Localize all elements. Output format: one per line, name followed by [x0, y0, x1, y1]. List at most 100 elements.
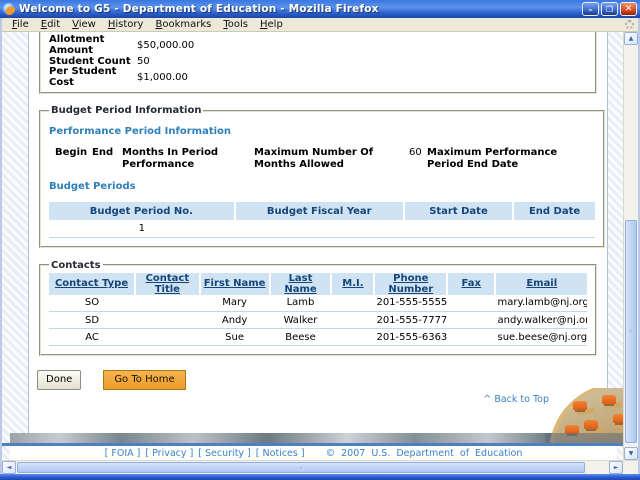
vertical-scroll-thumb[interactable] [625, 220, 637, 443]
vertical-scrollbar[interactable]: ▲ ▼ [623, 32, 638, 460]
contact-title-cell [135, 329, 200, 346]
allotment-amount-label: Allotment Amount [49, 34, 137, 56]
go-to-home-button[interactable]: Go To Home [103, 370, 185, 390]
max-months-value: 60 [409, 147, 425, 171]
contact-title-cell [135, 312, 200, 329]
firefox-icon [3, 3, 15, 15]
col-email[interactable]: Email [495, 273, 587, 295]
col-first-name[interactable]: First Name [200, 273, 270, 295]
scroll-down-button[interactable]: ▼ [624, 447, 638, 460]
throbber-icon [625, 20, 634, 29]
menu-file[interactable]: File [6, 19, 35, 30]
budget-fiscal-year-cell [235, 220, 404, 237]
performance-fields-row: Begin End Months In Period Performance M… [55, 147, 595, 171]
col-last-name[interactable]: Last Name [270, 273, 332, 295]
email-cell: mary.lamb@nj.org [495, 295, 587, 312]
start-date-cell [404, 220, 513, 237]
max-months-label: Maximum Number Of Months Allowed [254, 147, 409, 171]
last-name-cell: Lamb [270, 295, 332, 312]
phone-cell: 201-555-5555 [374, 295, 447, 312]
col-phone-number[interactable]: Phone Number [374, 273, 447, 295]
allotment-amount-value: $50,000.00 [137, 40, 194, 51]
scroll-left-button[interactable]: ◄ [2, 461, 16, 474]
back-to-top-link[interactable]: ^ Back to Top [483, 394, 549, 405]
classroom-photo-decoration [545, 388, 623, 443]
menu-bookmarks[interactable]: Bookmarks [149, 19, 217, 30]
done-button[interactable]: Done [37, 370, 81, 390]
footer-link-privacy[interactable]: [ Privacy ] [145, 448, 193, 459]
horizontal-scroll-track[interactable] [16, 461, 609, 474]
budget-period-row: 1 [49, 220, 595, 237]
max-end-date-label: Maximum Performance Period End Date [427, 147, 595, 171]
allotment-amount-row: Allotment Amount $50,000.00 [49, 37, 587, 53]
window-bottom-border [0, 474, 640, 480]
fax-cell [447, 312, 495, 329]
performance-period-heading: Performance Period Information [49, 126, 595, 137]
footer-copyright: © 2007 U.S. Department of Education [326, 448, 523, 459]
maximize-button[interactable]: ❐ [601, 2, 618, 16]
col-contact-type[interactable]: Contact Type [49, 273, 135, 295]
col-budget-fiscal-year: Budget Fiscal Year [235, 202, 404, 220]
contact-row: SD Andy Walker 201-555-7777 andy.walker@… [49, 312, 587, 329]
col-mi[interactable]: M.I. [331, 273, 374, 295]
first-name-cell: Mary [200, 295, 270, 312]
contact-title-cell [135, 295, 200, 312]
begin-label: Begin [55, 147, 92, 171]
menu-edit[interactable]: Edit [35, 19, 66, 30]
close-button[interactable]: ✕ [620, 2, 637, 16]
fax-cell [447, 295, 495, 312]
menu-help[interactable]: Help [254, 19, 289, 30]
scrollbar-corner [623, 461, 638, 474]
months-in-period-label: Months In Period Performance [122, 147, 254, 171]
last-name-cell: Beese [270, 329, 332, 346]
fax-cell [447, 329, 495, 346]
footer-photo-strip [10, 433, 623, 443]
scroll-right-button[interactable]: ► [609, 461, 623, 474]
first-name-cell: Andy [200, 312, 270, 329]
contacts-header-row: Contact Type Contact Title First Name La… [49, 273, 587, 295]
content-panel: Allotment Amount $50,000.00 Student Coun… [28, 32, 608, 433]
contacts-table: Contact Type Contact Title First Name La… [49, 273, 587, 347]
contact-type-cell: SD [49, 312, 135, 329]
menu-bar: File Edit View History Bookmarks Tools H… [0, 18, 640, 32]
action-buttons-row: Done Go To Home [37, 370, 601, 390]
scroll-up-button[interactable]: ▲ [624, 32, 638, 45]
col-end-date: End Date [513, 202, 595, 220]
contacts-fieldset: Contacts Contact Type Contact Title Firs… [39, 260, 597, 357]
contact-type-cell: AC [49, 329, 135, 346]
student-count-value: 50 [137, 56, 150, 67]
footer-link-foia[interactable]: [ FOIA ] [105, 448, 141, 459]
contact-row: AC Sue Beese 201-555-6363 sue.beese@nj.o… [49, 329, 587, 346]
email-cell: sue.beese@nj.org [495, 329, 587, 346]
horizontal-scrollbar[interactable]: ◄ ► [0, 460, 640, 474]
window-title: Welcome to G5 - Department of Education … [19, 3, 578, 15]
per-student-cost-row: Per Student Cost $1,000.00 [49, 69, 587, 85]
menu-tools[interactable]: Tools [217, 19, 254, 30]
footer-link-security[interactable]: [ Security ] [198, 448, 251, 459]
minimize-button[interactable]: – [582, 2, 599, 16]
strip-overlay [545, 433, 623, 443]
footer-link-notices[interactable]: [ Notices ] [256, 448, 305, 459]
footer-links-row: [ FOIA ] [ Privacy ] [ Security ] [ Noti… [10, 446, 617, 460]
budget-periods-heading: Budget Periods [49, 181, 595, 192]
col-contact-title[interactable]: Contact Title [135, 273, 200, 295]
col-fax[interactable]: Fax [447, 273, 495, 295]
vertical-scroll-track[interactable] [624, 45, 638, 447]
col-budget-period-no: Budget Period No. [49, 202, 235, 220]
horizontal-scroll-thumb[interactable] [17, 462, 585, 473]
budget-period-no-cell: 1 [49, 220, 235, 237]
menu-view[interactable]: View [66, 19, 102, 30]
mi-cell [331, 295, 374, 312]
budget-period-fieldset: Budget Period Information Performance Pe… [39, 105, 605, 248]
footer-blue-rule [2, 443, 623, 446]
mi-cell [331, 329, 374, 346]
contact-row: SO Mary Lamb 201-555-5555 mary.lamb@nj.o… [49, 295, 587, 312]
first-name-cell: Sue [200, 329, 270, 346]
per-student-cost-value: $1,000.00 [137, 72, 188, 83]
per-student-cost-label: Per Student Cost [49, 66, 137, 88]
contact-type-cell: SO [49, 295, 135, 312]
phone-cell: 201-555-6363 [374, 329, 447, 346]
award-info-fieldset: Allotment Amount $50,000.00 Student Coun… [39, 32, 597, 94]
page-viewport: Allotment Amount $50,000.00 Student Coun… [2, 32, 623, 460]
menu-history[interactable]: History [102, 19, 150, 30]
